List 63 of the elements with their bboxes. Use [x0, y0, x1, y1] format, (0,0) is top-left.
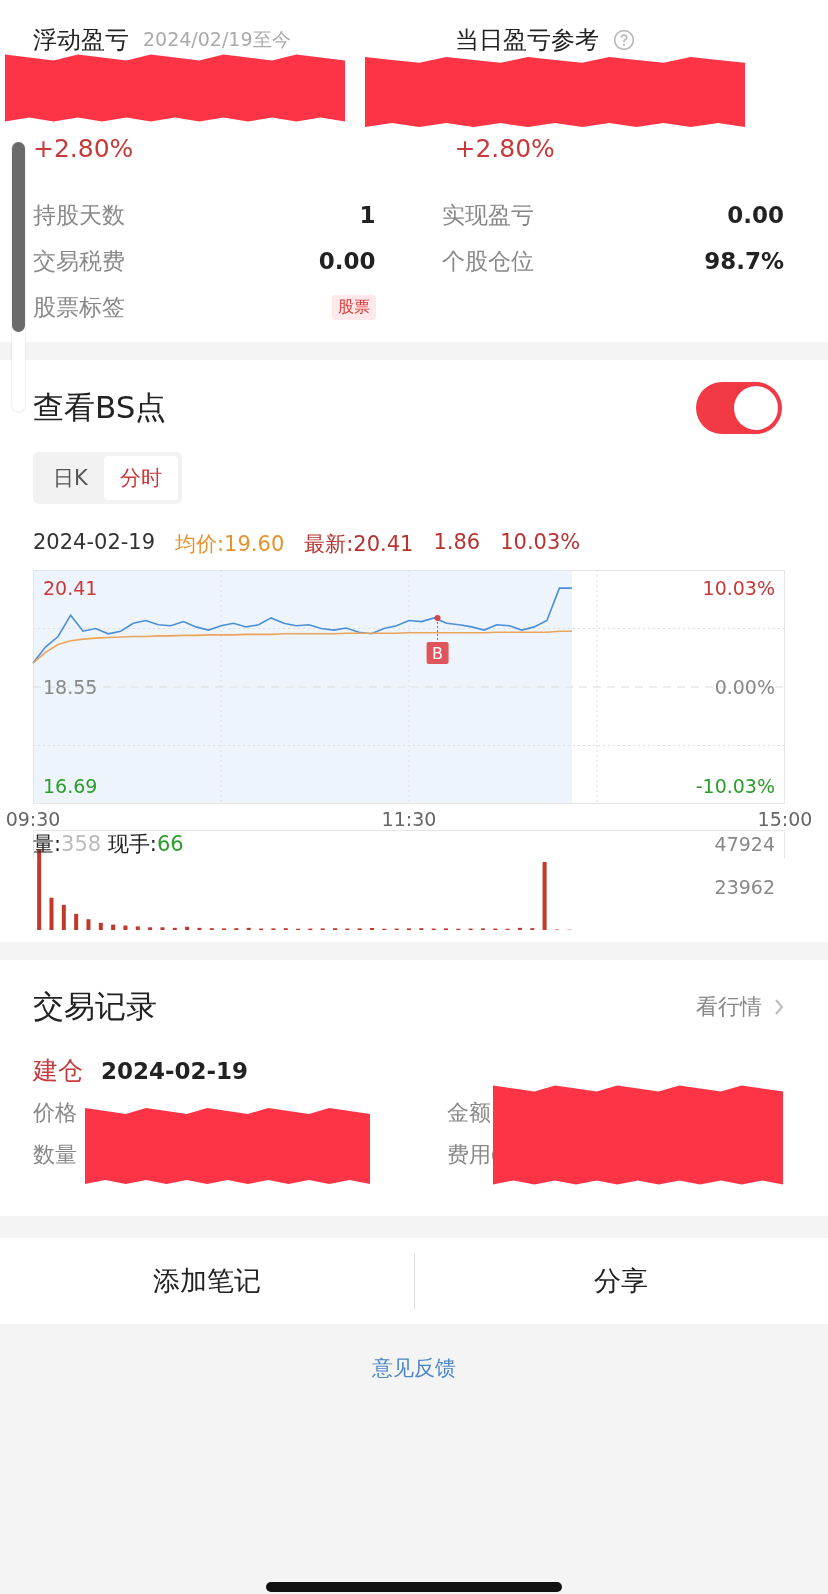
volume-bar [111, 924, 116, 930]
axis-label: 0.00% [714, 676, 775, 698]
volume-bar [185, 926, 190, 930]
chart-tab[interactable]: 分时 [103, 456, 178, 500]
volume-bar [517, 927, 522, 930]
axis-label: 23962 [714, 876, 775, 898]
market-link[interactable]: 看行情 [696, 992, 784, 1022]
volume-bar [160, 927, 165, 930]
section-title: 交易记录 [33, 987, 157, 1026]
feedback-link[interactable]: 意见反馈 [372, 1354, 456, 1382]
percent-change: +2.80% [454, 134, 556, 163]
stat-value: 0.00 [318, 248, 376, 274]
percent-change: 10.03% [500, 530, 581, 556]
stat-value: 0.00 [727, 202, 784, 228]
date-range: 2024/02/19至今 [143, 27, 291, 52]
volume-bar [61, 904, 66, 930]
volume-bar [135, 926, 140, 930]
quote-date: 2024-02-19 [33, 530, 156, 556]
stat-value: 98.7% [704, 248, 784, 274]
volume-bar [542, 861, 547, 930]
volume-bar [74, 913, 79, 930]
volume-bar [172, 927, 177, 930]
field-label: 价格 [33, 1099, 77, 1127]
metric-title: 当日盈亏参考 [454, 25, 599, 56]
stat-label: 实现盈亏 [441, 200, 534, 230]
stat-label: 交易税费 [33, 246, 125, 276]
chart-tab[interactable]: 日K [37, 456, 104, 500]
axis-label: 10.03% [702, 577, 775, 600]
metric-title: 浮动盈亏 [33, 25, 129, 56]
scrollbar[interactable] [12, 142, 25, 412]
volume-bar [49, 897, 54, 930]
time-label: 15:00 [757, 808, 813, 828]
chevron-icon [774, 998, 784, 1016]
time-label: 11:30 [381, 808, 437, 828]
field-label: 金额 [447, 1099, 491, 1127]
volume-bar [123, 925, 128, 930]
field-label: 费用 [447, 1141, 491, 1169]
trade-type: 建仓 [33, 1055, 83, 1087]
average-price: 均价:19.60 [175, 531, 285, 558]
stat-label: 股票标签 [33, 292, 125, 322]
section-title: 查看BS点 [33, 388, 167, 427]
percent-change: +2.80% [33, 134, 135, 163]
volume-bar [98, 922, 103, 930]
volume-bar [246, 927, 251, 930]
volume-reading: 量:358 现手:66 [33, 832, 184, 856]
time-label: 09:30 [5, 808, 61, 828]
axis-label: -10.03% [695, 774, 775, 797]
axis-label: 16.69 [43, 774, 98, 797]
stat-value: 1 [359, 202, 376, 228]
field-label: 数量 [33, 1141, 77, 1169]
stat-label: 个股仓位 [441, 246, 534, 276]
stock-tag: 股票 [331, 294, 376, 320]
axis-label: 20.41 [43, 577, 98, 600]
axis-label: 18.55 [43, 676, 98, 698]
volume-bar [197, 927, 202, 930]
volume-bar [148, 927, 153, 930]
stat-label: 持股天数 [33, 200, 125, 230]
trade-date: 2024-02-19 [101, 1057, 249, 1084]
toggle-switch[interactable] [696, 382, 782, 434]
price-change: 1.86 [433, 530, 481, 556]
axis-label: 47924 [714, 832, 775, 855]
latest-price: 最新:20.41 [304, 531, 414, 558]
volume-bar [86, 919, 91, 930]
